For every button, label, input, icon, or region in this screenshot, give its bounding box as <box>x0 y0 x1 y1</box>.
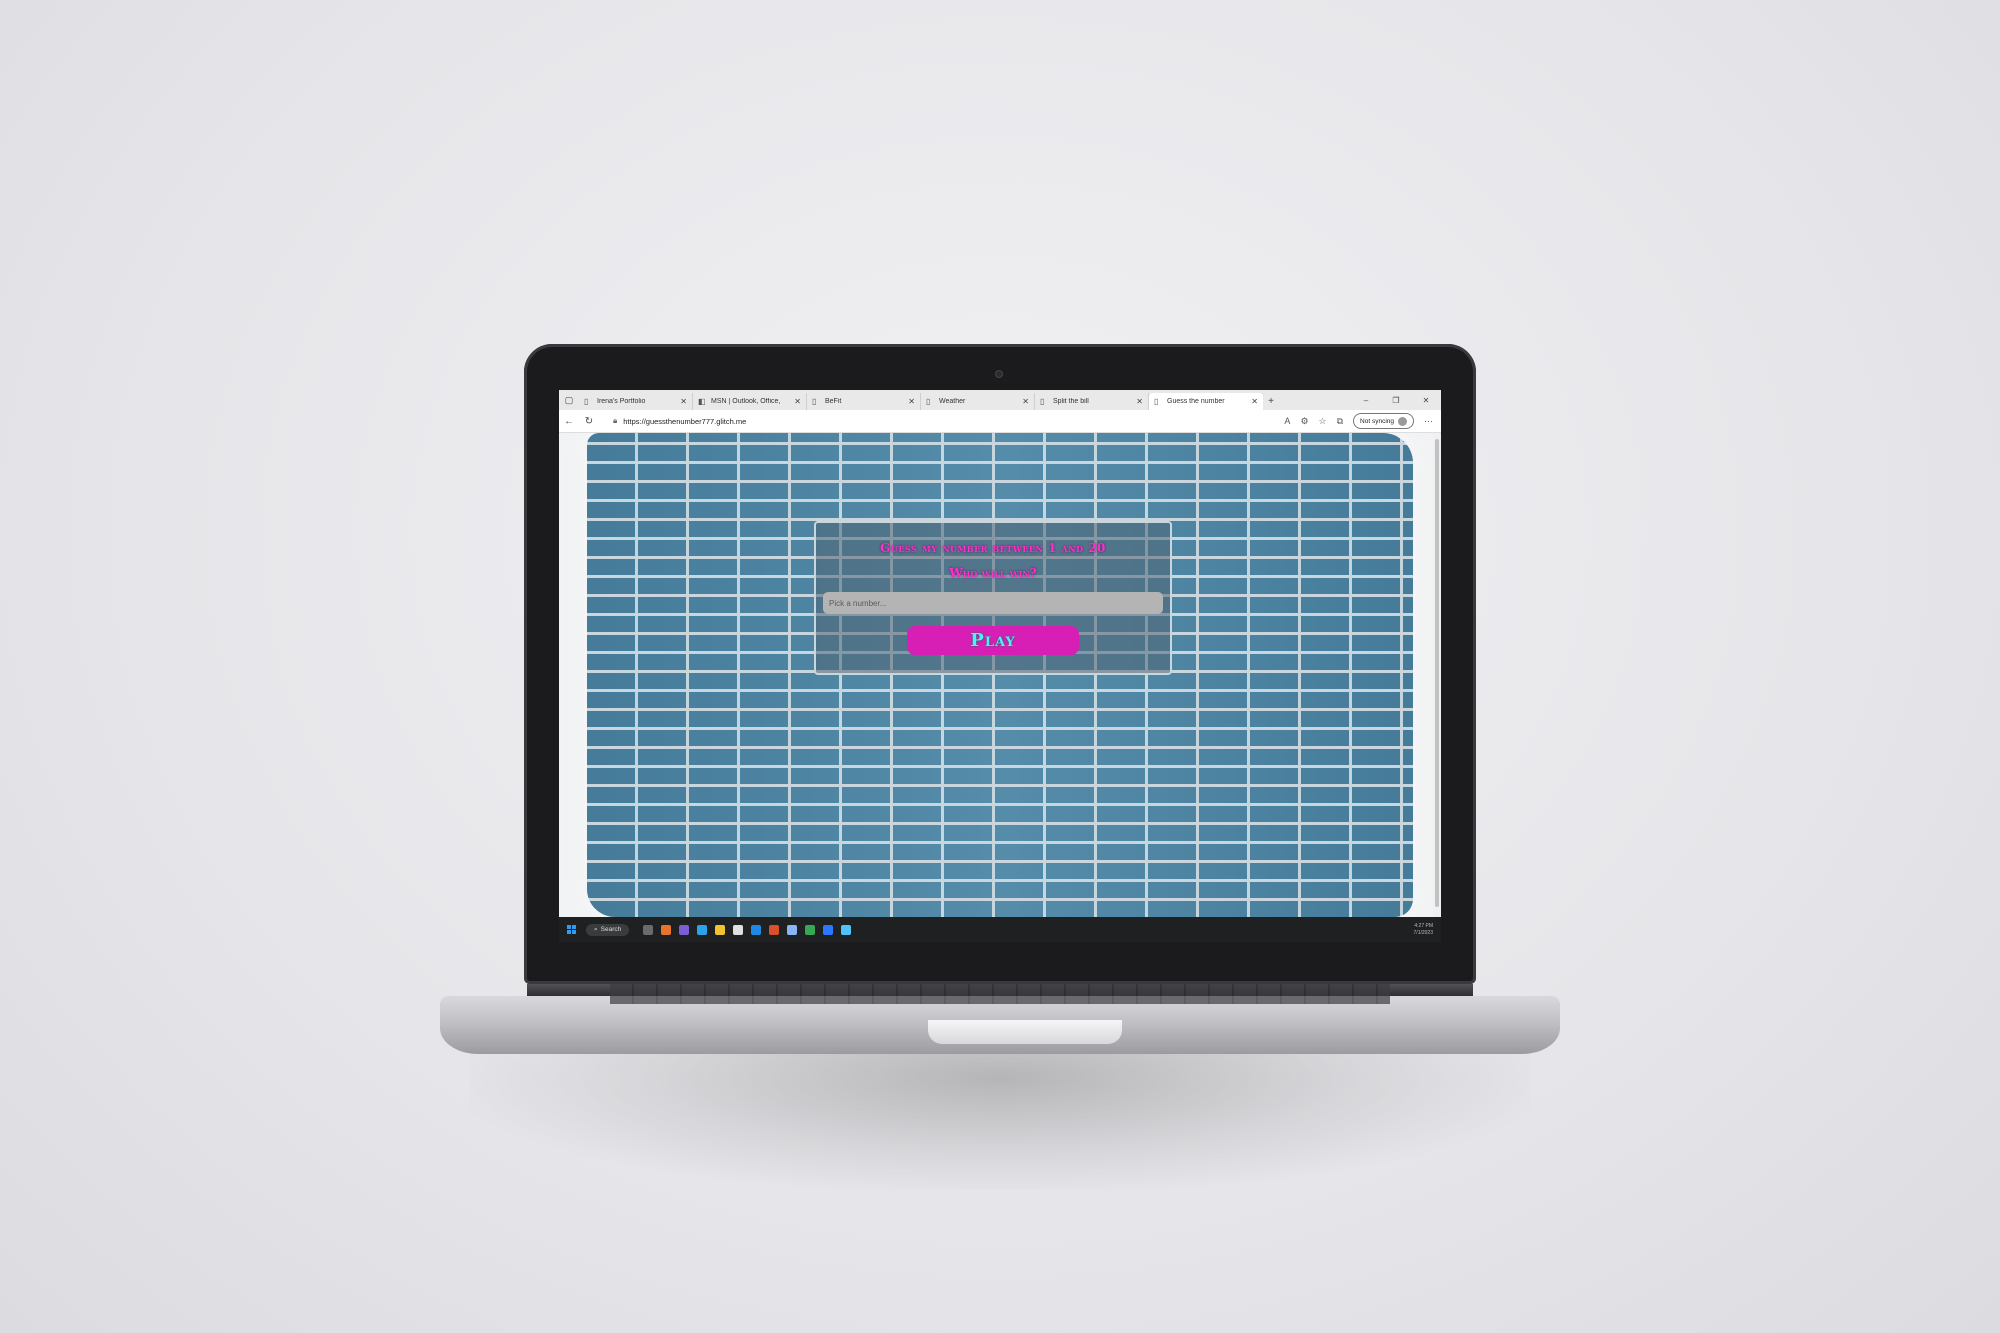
laptop-shadow <box>470 1050 1530 1190</box>
search-label: Search <box>600 926 622 933</box>
system-clock[interactable]: 4:27 PM 7/1/2023 <box>1414 923 1433 937</box>
chrome-icon[interactable] <box>805 924 816 935</box>
avatar <box>1398 416 1407 426</box>
file-explorer-icon[interactable] <box>715 924 726 935</box>
page-icon: ▯ <box>1154 397 1159 406</box>
more-options-icon[interactable]: ⋯ <box>1424 416 1433 427</box>
page-icon: ▯ <box>1040 397 1045 406</box>
url-field[interactable]: 🔒︎ https://guessthenumber777.glitch.me <box>613 416 1284 426</box>
brick-wall-background <box>587 433 1413 917</box>
read-aloud-icon[interactable]: A <box>1284 416 1290 426</box>
taskbar: ⌕ Search 4:27 PM 7/1/2023 <box>559 917 1441 942</box>
minimize-button[interactable]: – <box>1351 390 1381 410</box>
close-icon[interactable]: ✕ <box>794 397 801 406</box>
tab-befit[interactable]: ▯ BeFit ✕ <box>807 393 921 410</box>
tab-msn[interactable]: ◧ MSN | Outlook, Office, ✕ <box>693 393 807 410</box>
tab-title: MSN | Outlook, Office, <box>711 398 781 405</box>
address-bar: ← ↻ 🔒︎ https://guessthenumber777.glitch.… <box>559 410 1441 433</box>
url-text[interactable]: https://guessthenumber777.glitch.me <box>623 417 746 426</box>
close-icon[interactable]: ✕ <box>1136 397 1143 406</box>
clock-time: 4:27 PM <box>1414 922 1433 929</box>
window-close-button[interactable]: ✕ <box>1411 390 1441 410</box>
page-icon: ▯ <box>926 397 931 406</box>
profile-sync-button[interactable]: Not syncing <box>1353 413 1414 429</box>
favorites-icon[interactable]: ☆ <box>1319 416 1327 427</box>
lock-icon: 🔒︎ <box>613 416 618 425</box>
tab-actions-icon[interactable]: ▢ <box>559 390 579 410</box>
clock-date: 7/1/2023 <box>1413 929 1433 936</box>
laptop-notch <box>928 1020 1122 1044</box>
game-headline: Guess my number between 1 and 20 <box>880 541 1106 555</box>
keyboard-edge <box>610 984 1390 1004</box>
edge-icon[interactable] <box>697 924 708 935</box>
refresh-icon[interactable]: ↻ <box>579 416 599 427</box>
tab-title: Weather <box>939 398 966 405</box>
tab-portfolio[interactable]: ▯ Irena's Portfolio ✕ <box>579 393 693 410</box>
collections-icon[interactable]: ⧉ <box>1337 416 1343 427</box>
number-input[interactable] <box>823 592 1163 614</box>
tab-split-the-bill[interactable]: ▯ Split the bill ✕ <box>1035 393 1149 410</box>
game-subline: Who will win? <box>949 566 1037 580</box>
extensions-icon[interactable]: ⚙ <box>1300 416 1308 427</box>
msn-icon: ◧ <box>698 397 706 406</box>
page-viewport: Guess my number between 1 and 20 Who wil… <box>559 433 1433 917</box>
scrollbar[interactable] <box>1433 433 1441 917</box>
tab-guess-the-number[interactable]: ▯ Guess the number ✕ <box>1149 393 1263 410</box>
vscode-icon[interactable] <box>823 924 834 935</box>
close-icon[interactable]: ✕ <box>1022 397 1029 406</box>
laptop-screen: ▢ ▯ Irena's Portfolio ✕ ◧ MSN | Outlook,… <box>559 390 1441 942</box>
tab-weather[interactable]: ▯ Weather ✕ <box>921 393 1035 410</box>
tab-title: BeFit <box>825 398 842 405</box>
restore-button[interactable]: ❐ <box>1381 390 1411 410</box>
windows-start-icon[interactable] <box>567 925 576 934</box>
close-icon[interactable]: ✕ <box>1251 397 1258 406</box>
back-arrow-icon[interactable]: ← <box>559 416 579 427</box>
taskbar-search[interactable]: ⌕ Search <box>586 923 630 936</box>
app-icon[interactable] <box>841 924 852 935</box>
taskbar-apps <box>643 924 852 935</box>
page-icon: ▯ <box>584 397 589 406</box>
close-icon[interactable]: ✕ <box>908 397 915 406</box>
new-tab-button[interactable]: + <box>1263 393 1279 410</box>
toolbar: A ⚙ ☆ ⧉ Not syncing ⋯ <box>1284 413 1441 429</box>
scrollbar-thumb[interactable] <box>1435 439 1439 907</box>
store-icon[interactable] <box>733 924 744 935</box>
game-card: Guess my number between 1 and 20 Who wil… <box>814 521 1172 675</box>
webcam <box>995 370 1003 378</box>
tab-title: Split the bill <box>1053 398 1089 405</box>
sync-label: Not syncing <box>1360 417 1394 425</box>
search-icon: ⌕ <box>594 925 598 933</box>
page-icon: ▯ <box>812 397 817 406</box>
tab-bar: ▢ ▯ Irena's Portfolio ✕ ◧ MSN | Outlook,… <box>559 390 1441 410</box>
tab-title: Irena's Portfolio <box>597 398 646 405</box>
play-button[interactable]: Play <box>907 626 1079 655</box>
task-view-icon[interactable] <box>643 924 654 935</box>
office-icon[interactable] <box>769 924 780 935</box>
tab-title: Guess the number <box>1167 398 1225 405</box>
firefox-icon[interactable] <box>661 924 672 935</box>
notepad-icon[interactable] <box>787 924 798 935</box>
close-icon[interactable]: ✕ <box>680 397 687 406</box>
mail-icon[interactable] <box>751 924 762 935</box>
window-controls: – ❐ ✕ <box>1351 390 1441 410</box>
app-icon[interactable] <box>679 924 690 935</box>
